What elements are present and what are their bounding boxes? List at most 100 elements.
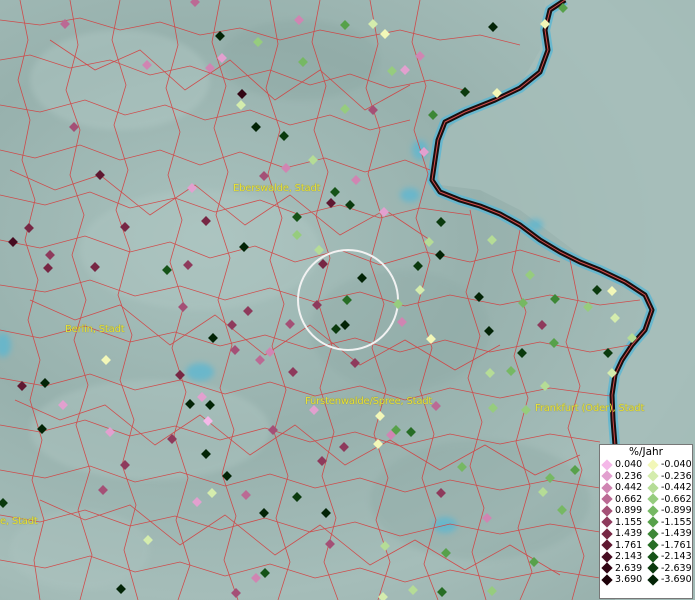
measurement-point-positive[interactable] xyxy=(98,485,108,495)
measurement-point-negative[interactable] xyxy=(408,585,418,595)
measurement-point-negative[interactable] xyxy=(488,22,498,32)
legend-value-negative: -1.155 xyxy=(661,516,692,528)
measurement-point-negative[interactable] xyxy=(368,19,378,29)
measurement-point-negative[interactable] xyxy=(208,333,218,343)
measurement-point-negative[interactable] xyxy=(428,110,438,120)
measurement-point-negative[interactable] xyxy=(592,285,602,295)
measurement-point-positive[interactable] xyxy=(43,263,53,273)
measurement-point-positive[interactable] xyxy=(60,19,70,29)
measurement-point-negative[interactable] xyxy=(436,217,446,227)
legend-negative-entry: -0.236 xyxy=(646,471,692,483)
legend-title: %/Jahr xyxy=(628,446,664,458)
legend-value-positive: 1.439 xyxy=(615,528,643,539)
measurement-point-positive[interactable] xyxy=(265,347,275,357)
measurement-point-positive[interactable] xyxy=(431,401,441,411)
measurement-point-negative[interactable] xyxy=(308,155,318,165)
measurement-point-negative[interactable] xyxy=(607,286,617,296)
measurement-point-negative[interactable] xyxy=(387,66,397,76)
legend-row: 2.143 -2.143 xyxy=(600,551,692,563)
measurement-point-negative[interactable] xyxy=(375,411,385,421)
measurement-point-negative[interactable] xyxy=(259,508,269,518)
measurement-point-positive[interactable] xyxy=(379,207,389,217)
measurement-point-negative[interactable] xyxy=(487,235,497,245)
measurement-point-positive[interactable] xyxy=(237,89,247,99)
measurement-point-positive[interactable] xyxy=(339,442,349,452)
legend-row: 0.442 -0.442 xyxy=(600,482,692,494)
measurement-point-negative[interactable] xyxy=(236,100,246,110)
measurement-point-negative[interactable] xyxy=(380,29,390,39)
legend-swatch-positive xyxy=(601,551,613,563)
measurement-point-positive[interactable] xyxy=(45,250,55,260)
measurement-point-positive[interactable] xyxy=(288,367,298,377)
legend-value-positive: 0.899 xyxy=(615,505,643,516)
measurement-point-positive[interactable] xyxy=(8,237,18,247)
measurement-point-negative[interactable] xyxy=(345,200,355,210)
legend-negative-entry: -0.442 xyxy=(646,482,692,494)
measurement-point-negative[interactable] xyxy=(521,405,531,415)
measurement-point-positive[interactable] xyxy=(415,51,425,61)
measurement-point-positive[interactable] xyxy=(285,319,295,329)
measurement-point-negative[interactable] xyxy=(406,427,416,437)
legend-value-positive: 0.442 xyxy=(615,482,643,493)
legend-positive-entry: 0.662 xyxy=(600,494,646,506)
measurement-point-negative[interactable] xyxy=(378,592,388,600)
measurement-point-negative[interactable] xyxy=(437,587,447,597)
legend-positive-entry: 1.761 xyxy=(600,540,646,552)
legend-swatch-positive xyxy=(601,539,613,551)
measurement-point-positive[interactable] xyxy=(351,175,361,185)
measurement-point-positive[interactable] xyxy=(251,573,261,583)
measurement-point-negative[interactable] xyxy=(517,348,527,358)
legend-value-positive: 1.155 xyxy=(615,516,643,528)
measurement-point-negative[interactable] xyxy=(549,338,559,348)
legend-swatch-negative xyxy=(647,528,659,540)
measurement-point-negative[interactable] xyxy=(330,187,340,197)
measurement-point-negative[interactable] xyxy=(279,131,289,141)
measurement-point-positive[interactable] xyxy=(227,320,237,330)
legend-value-positive: 2.143 xyxy=(615,551,643,562)
measurement-point-negative[interactable] xyxy=(460,87,470,97)
measurement-point-negative[interactable] xyxy=(0,498,8,508)
measurement-point-positive[interactable] xyxy=(190,0,200,7)
measurement-point-positive[interactable] xyxy=(325,539,335,549)
measurement-point-positive[interactable] xyxy=(537,320,547,330)
measurement-point-positive[interactable] xyxy=(24,223,34,233)
measurement-point-positive[interactable] xyxy=(281,163,291,173)
measurement-point-negative[interactable] xyxy=(116,584,126,594)
measurement-point-negative[interactable] xyxy=(525,270,535,280)
measurement-point-positive[interactable] xyxy=(255,355,265,365)
map-view[interactable]: Eberswalde, Stadt Berlin, Stadt Fürstenw… xyxy=(0,0,695,600)
measurement-point-negative[interactable] xyxy=(207,488,217,498)
legend-positive-entry: 0.442 xyxy=(600,482,646,494)
measurement-point-negative[interactable] xyxy=(485,368,495,378)
measurement-point-negative[interactable] xyxy=(380,541,390,551)
legend-swatch-negative xyxy=(647,470,659,482)
measurement-point-negative[interactable] xyxy=(260,568,270,578)
measurement-point-positive[interactable] xyxy=(192,497,202,507)
measurement-point-positive[interactable] xyxy=(318,259,328,269)
measurement-point-negative[interactable] xyxy=(340,104,350,114)
measurement-point-positive[interactable] xyxy=(259,171,269,181)
measurement-point-positive[interactable] xyxy=(400,65,410,75)
measurement-point-negative[interactable] xyxy=(506,366,516,376)
measurement-point-negative[interactable] xyxy=(413,261,423,271)
measurement-point-positive[interactable] xyxy=(243,306,253,316)
measurement-point-negative[interactable] xyxy=(101,355,111,365)
legend-swatch-positive xyxy=(601,470,613,482)
measurement-point-negative[interactable] xyxy=(610,313,620,323)
measurement-point-positive[interactable] xyxy=(175,370,185,380)
measurement-point-positive[interactable] xyxy=(231,588,241,598)
measurement-point-negative[interactable] xyxy=(215,31,225,41)
measurement-point-positive[interactable] xyxy=(95,170,105,180)
measurement-point-negative[interactable] xyxy=(251,122,261,132)
measurement-point-negative[interactable] xyxy=(435,250,445,260)
measurement-point-negative[interactable] xyxy=(488,403,498,413)
legend-negative-entry: -0.040 xyxy=(646,459,692,471)
measurement-point-positive[interactable] xyxy=(241,490,251,500)
measurement-point-negative[interactable] xyxy=(321,508,331,518)
measurement-point-negative[interactable] xyxy=(292,492,302,502)
measurement-point-negative[interactable] xyxy=(487,586,497,596)
legend-value-negative: -0.662 xyxy=(661,493,692,505)
measurement-point-negative[interactable] xyxy=(529,557,539,567)
measurement-point-negative[interactable] xyxy=(40,378,50,388)
measurement-point-positive[interactable] xyxy=(368,105,378,115)
